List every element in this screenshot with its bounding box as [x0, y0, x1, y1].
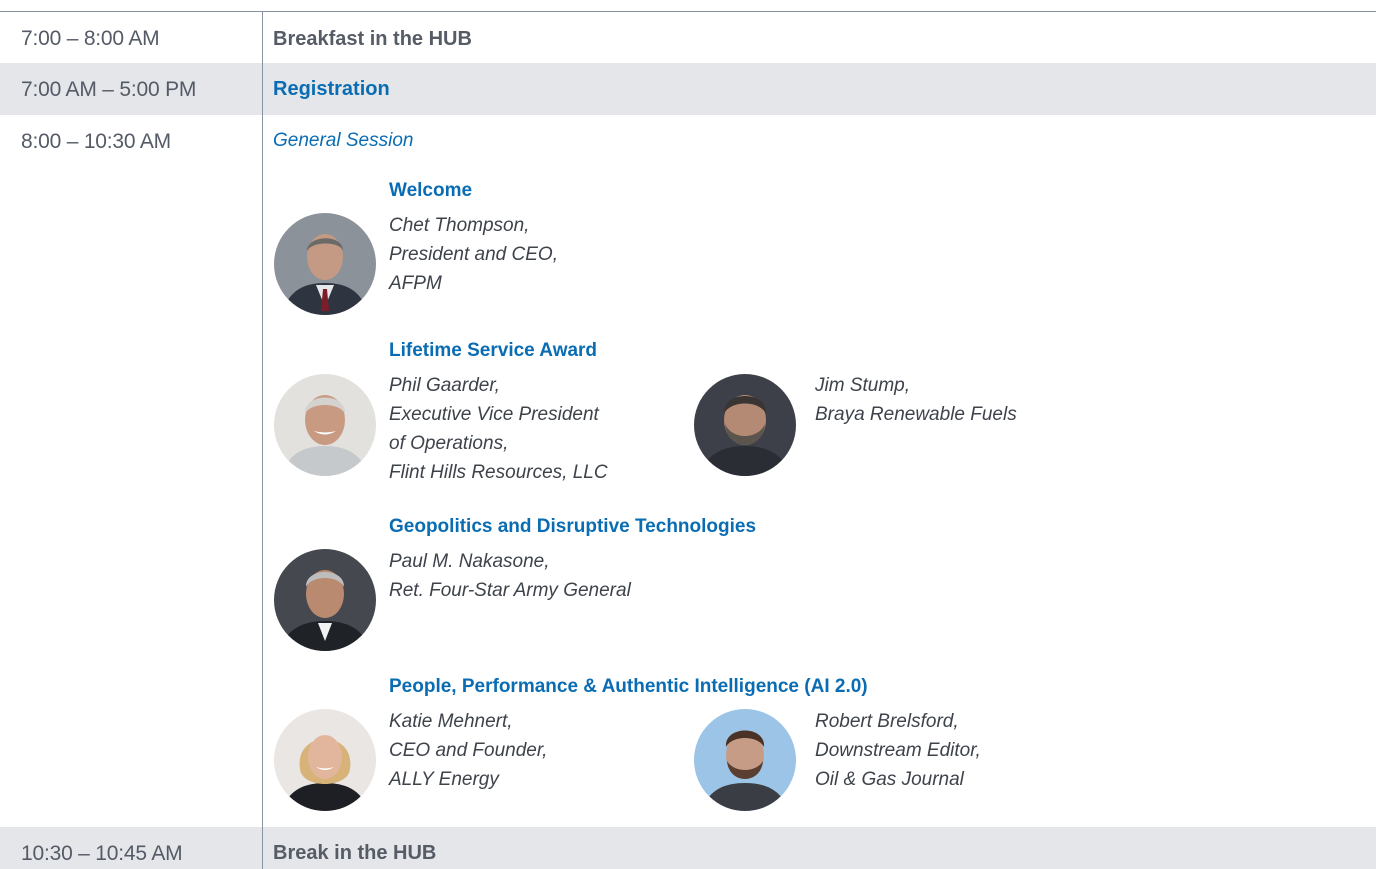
speaker-role: of Operations,	[389, 433, 509, 454]
speaker-org: Oil & Gas Journal	[815, 769, 964, 790]
speaker-credit: Robert Brelsford, Downstream Editor, Oil…	[815, 707, 981, 794]
schedule-row-break: 10:30 – 10:45 AM Break in the HUB	[0, 827, 1376, 869]
speaker-photo-icon	[274, 549, 376, 651]
speaker-credit: Katie Mehnert, CEO and Founder, ALLY Ene…	[389, 707, 547, 794]
speaker-role: Ret. Four-Star Army General	[389, 580, 631, 601]
speaker-photo-icon	[694, 374, 796, 476]
speaker-role: CEO and Founder,	[389, 740, 548, 761]
speaker-org: AFPM	[389, 273, 442, 294]
speaker-name: Robert Brelsford,	[815, 711, 959, 732]
speaker-credit: Chet Thompson, President and CEO, AFPM	[389, 211, 558, 298]
event-title: Breakfast in the HUB	[273, 28, 472, 50]
schedule-row-registration: 7:00 AM – 5:00 PM Registration	[0, 63, 1376, 115]
speaker-credit: Jim Stump, Braya Renewable Fuels	[815, 371, 1017, 429]
speaker-photo-icon	[274, 213, 376, 315]
time-label: 8:00 – 10:30 AM	[21, 130, 171, 153]
speaker-credit: Paul M. Nakasone, Ret. Four-Star Army Ge…	[389, 547, 631, 605]
speaker-role: Downstream Editor,	[815, 740, 981, 761]
time-label: 7:00 – 8:00 AM	[21, 27, 160, 50]
speaker-role: President and CEO,	[389, 244, 558, 265]
event-title: Registration	[273, 78, 390, 100]
speaker-org: Flint Hills Resources, LLC	[389, 462, 608, 483]
speaker-role: Executive Vice President	[389, 404, 599, 425]
speaker-photo-icon	[274, 709, 376, 811]
speaker-photo-icon	[694, 709, 796, 811]
subsession-title-welcome: Welcome	[389, 180, 473, 201]
speaker-org: Braya Renewable Fuels	[815, 404, 1017, 425]
speaker-name: Jim Stump,	[815, 375, 911, 396]
speaker-name: Chet Thompson,	[389, 215, 530, 236]
speaker-credit: Phil Gaarder, Executive Vice President o…	[389, 371, 608, 487]
time-label: 10:30 – 10:45 AM	[21, 842, 183, 865]
schedule-row-breakfast: 7:00 – 8:00 AM Breakfast in the HUB	[0, 12, 1376, 63]
speaker-photo-icon	[274, 374, 376, 476]
session-title: General Session	[273, 130, 414, 151]
speaker-name: Phil Gaarder,	[389, 375, 500, 396]
speaker-name: Katie Mehnert,	[389, 711, 513, 732]
time-label: 7:00 AM – 5:00 PM	[21, 78, 197, 101]
subsession-title-geopolitics: Geopolitics and Disruptive Technologies	[389, 516, 757, 537]
speaker-org: ALLY Energy	[389, 769, 499, 790]
column-divider	[262, 12, 263, 869]
event-title: Break in the HUB	[273, 842, 437, 864]
subsession-title-lifetime-award: Lifetime Service Award	[389, 340, 598, 361]
schedule-row-general-session: 8:00 – 10:30 AM General Session	[0, 115, 1376, 827]
speaker-name: Paul M. Nakasone,	[389, 551, 550, 572]
subsession-title-people-performance: People, Performance & Authentic Intellig…	[389, 676, 868, 697]
